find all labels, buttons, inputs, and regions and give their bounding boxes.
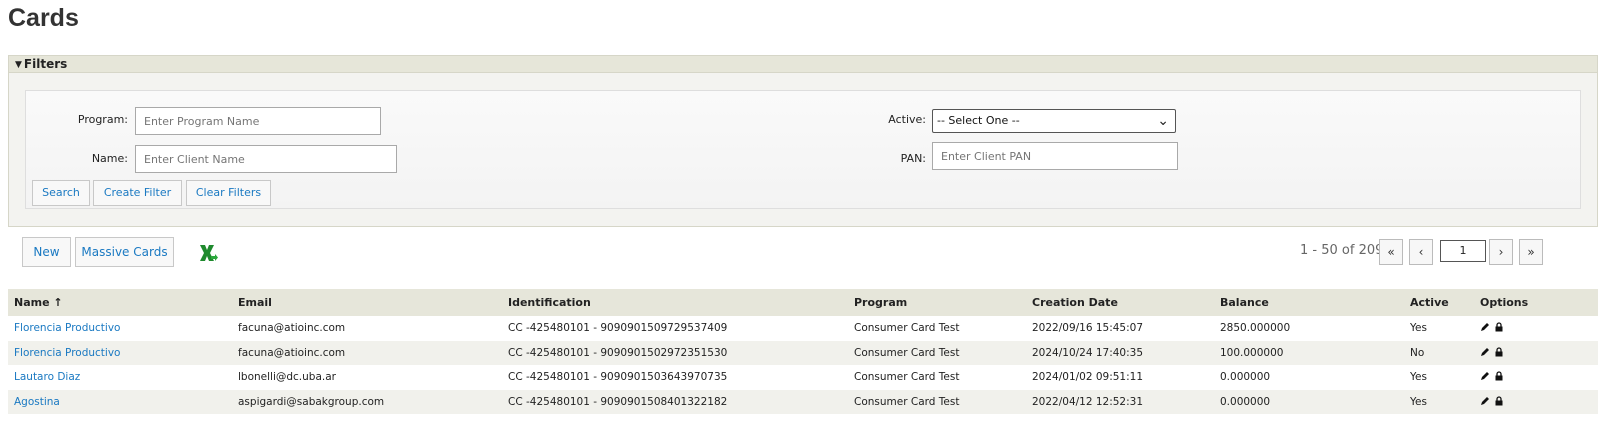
column-header-creation-date[interactable]: Creation Date <box>1026 289 1214 316</box>
column-header-name[interactable]: Name ↑ <box>8 289 232 316</box>
column-header-program[interactable]: Program <box>848 289 1026 316</box>
active-select[interactable]: -- Select One -- ⌄ <box>932 109 1176 133</box>
program-label: Program: <box>77 113 128 126</box>
column-header-active[interactable]: Active <box>1404 289 1474 316</box>
cell-name[interactable]: Florencia Productivo <box>8 316 232 341</box>
edit-icon[interactable] <box>1480 322 1490 332</box>
name-label: Name: <box>91 152 128 165</box>
lock-icon[interactable] <box>1494 347 1504 357</box>
cell-balance: 0.000000 <box>1220 371 1271 384</box>
clear-filters-button[interactable]: Clear Filters <box>186 180 271 206</box>
table-row: Lautaro Diaz lbonelli@dc.uba.ar CC -4254… <box>8 365 1598 390</box>
card-name-link[interactable]: Lautaro Diaz <box>14 371 80 383</box>
column-header-email[interactable]: Email <box>232 289 502 316</box>
card-name-link[interactable]: Agostina <box>14 396 60 408</box>
pan-label: PAN: <box>900 152 926 165</box>
cell-active: Yes <box>1410 371 1427 384</box>
program-input[interactable] <box>135 107 381 135</box>
active-label: Active: <box>888 113 926 126</box>
edit-icon[interactable] <box>1480 371 1490 381</box>
page-number-input[interactable]: 1 <box>1440 240 1486 262</box>
cell-email: facuna@atioinc.com <box>238 322 346 335</box>
page-title: Cards <box>8 4 79 32</box>
cell-identification: CC -425480101 - 9090901502972351530 <box>502 340 848 365</box>
cell-name[interactable]: Agostina <box>8 389 232 414</box>
filters-panel: ▼Filters Program: Name: Active: -- Selec… <box>8 55 1598 227</box>
new-button[interactable]: New <box>22 237 71 267</box>
edit-icon[interactable] <box>1480 396 1490 406</box>
caret-down-icon: ▼ <box>15 60 22 70</box>
last-page-button[interactable]: » <box>1519 239 1543 265</box>
cell-active: No <box>1404 340 1474 365</box>
lock-icon[interactable] <box>1494 371 1504 381</box>
table-row: Florencia Productivo facuna@atioinc.com … <box>8 340 1598 365</box>
chevron-down-icon: ⌄ <box>1157 113 1169 129</box>
cell-program: Consumer Card Test <box>854 371 960 384</box>
cell-creation-date: 2022/04/12 12:52:31 <box>1026 389 1214 414</box>
lock-icon[interactable] <box>1494 322 1504 332</box>
filters-form: Program: Name: Active: -- Select One -- … <box>25 90 1581 209</box>
cell-active: Yes <box>1404 389 1474 414</box>
column-header-options: Options <box>1474 289 1598 316</box>
search-button[interactable]: Search <box>32 180 90 206</box>
cell-creation-date: 2022/09/16 15:45:07 <box>1032 322 1144 335</box>
cell-email: facuna@atioinc.com <box>232 340 502 365</box>
cell-balance: 2850.000000 <box>1220 322 1291 335</box>
create-filter-button[interactable]: Create Filter <box>93 180 182 206</box>
cell-name[interactable]: Florencia Productivo <box>8 340 232 365</box>
massive-cards-button[interactable]: Massive Cards <box>75 237 174 267</box>
name-input[interactable] <box>135 145 397 173</box>
excel-export-icon[interactable] <box>196 242 218 264</box>
column-header-balance[interactable]: Balance <box>1214 289 1404 316</box>
cell-name[interactable]: Lautaro Diaz <box>8 365 232 390</box>
cell-identification: CC -425480101 - 9090901508401322182 <box>502 389 848 414</box>
cell-options <box>1474 340 1598 365</box>
pan-input[interactable] <box>932 142 1178 170</box>
pager-summary: 1 - 50 of 209 <box>1300 243 1384 258</box>
cell-options <box>1474 365 1598 390</box>
cell-options <box>1474 389 1598 414</box>
first-page-button[interactable]: « <box>1379 239 1403 265</box>
prev-page-button[interactable]: ‹ <box>1409 239 1433 265</box>
filters-title: Filters <box>23 57 68 71</box>
cell-options <box>1474 316 1598 341</box>
next-page-button[interactable]: › <box>1489 239 1513 265</box>
cell-program: Consumer Card Test <box>854 322 960 335</box>
table-row: Florencia Productivo facuna@atioinc.com … <box>8 316 1598 341</box>
cell-identification: CC -425480101 - 9090901509729537409 <box>508 322 728 335</box>
cell-active: Yes <box>1410 322 1427 335</box>
cards-table: Name ↑ Email Identification Program Crea… <box>8 289 1598 414</box>
table-row: Agostina aspigardi@sabakgroup.com CC -42… <box>8 389 1598 414</box>
cell-email: lbonelli@dc.uba.ar <box>238 371 336 384</box>
lock-icon[interactable] <box>1494 396 1504 406</box>
active-select-value: -- Select One -- <box>937 114 1020 127</box>
table-header-row: Name ↑ Email Identification Program Crea… <box>8 289 1598 316</box>
card-name-link[interactable]: Florencia Productivo <box>14 347 120 359</box>
cell-program: Consumer Card Test <box>848 389 1026 414</box>
column-header-identification[interactable]: Identification <box>502 289 848 316</box>
cell-email: aspigardi@sabakgroup.com <box>232 389 502 414</box>
cell-creation-date: 2024/10/24 17:40:35 <box>1026 340 1214 365</box>
filters-toggle[interactable]: ▼ Filters <box>9 56 1597 73</box>
card-name-link[interactable]: Florencia Productivo <box>14 322 120 334</box>
cell-identification: CC -425480101 - 9090901503643970735 <box>508 371 728 384</box>
cell-balance: 0.000000 <box>1214 389 1404 414</box>
cell-creation-date: 2024/01/02 09:51:11 <box>1032 371 1144 384</box>
cell-program: Consumer Card Test <box>848 340 1026 365</box>
edit-icon[interactable] <box>1480 347 1490 357</box>
cell-balance: 100.000000 <box>1214 340 1404 365</box>
